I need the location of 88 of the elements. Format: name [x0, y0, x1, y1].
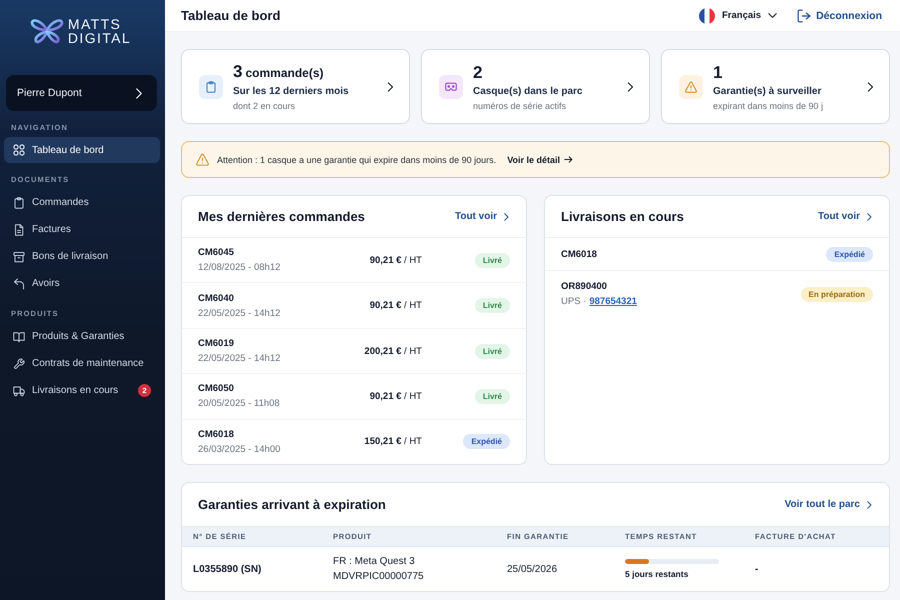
tracking-link[interactable]: 987654321: [589, 296, 637, 307]
sidebar-item[interactable]: Tableau de bord: [4, 137, 160, 163]
order-price: 90,21 € / HT: [370, 254, 422, 266]
order-date: 22/05/2025 - 14h12: [198, 353, 282, 364]
order-date: 12/08/2025 - 08h12: [198, 262, 282, 274]
book-icon: [13, 330, 25, 342]
chevron-right-icon: [502, 212, 510, 220]
sidebar-item[interactable]: Avoirs: [4, 270, 160, 297]
chevron-right-icon: [133, 88, 144, 98]
return-arrow-icon: [13, 278, 25, 290]
order-number: CM6019: [198, 338, 235, 350]
view-all-link[interactable]: Voir tout le parc: [784, 499, 873, 510]
status-badge: Expédié: [463, 434, 510, 450]
sidebar-item[interactable]: Commandes: [4, 189, 160, 216]
page-title: Tableau de bord: [181, 8, 280, 23]
remaining-time: 5 jours restants: [625, 569, 690, 579]
chevron-right-icon: [865, 82, 875, 92]
language-select[interactable]: Français: [698, 8, 778, 24]
order-price: 90,21 € / HT: [370, 390, 422, 402]
user-menu-button[interactable]: Pierre Dupont: [6, 75, 157, 111]
status-badge: Livré: [474, 298, 510, 314]
sidebar-item[interactable]: Factures: [4, 216, 160, 243]
order-number: CM6040: [198, 292, 235, 304]
serial-number: L0355890 (SN): [193, 564, 262, 574]
logout-icon: [797, 8, 812, 22]
product-reference: MDVRPIC00000775: [333, 571, 425, 582]
status-badge: Livré: [474, 344, 510, 359]
chevron-right-icon: [625, 82, 635, 92]
chevron-right-icon: [385, 82, 395, 92]
panel-title: Mes dernières commandes: [198, 209, 365, 224]
status-badge: Expédié: [826, 246, 873, 262]
delivery-number: OR890400: [561, 281, 608, 292]
view-detail-link[interactable]: Voir le détail: [507, 154, 574, 164]
status-badge: En préparation: [800, 286, 873, 302]
arrow-right-icon: [564, 155, 574, 164]
carrier-name: UPS ·: [561, 296, 586, 307]
alert-message: Attention : 1 casque a une garantie qui expire dans moins de 90 jours.: [217, 154, 496, 164]
order-date: 22/05/2025 - 14h12: [198, 308, 282, 319]
stat-card[interactable]: 3 commande(s) Sur les 12 derniers mois dont 2 en cours: [181, 49, 410, 124]
flag-icon: [698, 8, 715, 24]
stat-subtitle: dont 2 en cours: [233, 101, 296, 111]
headset-icon: [439, 74, 463, 98]
archive-box-icon: [13, 250, 25, 262]
sidebar-item[interactable]: Produits & Garanties: [4, 323, 160, 350]
clipboard-icon: [13, 196, 25, 208]
product-name: FR : Meta Quest 3: [333, 556, 416, 567]
stat-card[interactable]: 2 Casque(s) dans le parc numéros de série actifs: [421, 49, 650, 124]
order-number: CM6018: [198, 428, 235, 440]
view-all-link[interactable]: Tout voir: [818, 211, 873, 222]
warning-icon: [196, 153, 209, 166]
warning-icon: [679, 74, 703, 98]
order-date: 26/03/2025 - 14h00: [198, 444, 282, 455]
warranty-end-date: 25/05/2026: [507, 564, 558, 574]
status-badge: Livré: [474, 252, 510, 268]
stat-subtitle: expirant dans moins de 90 j: [713, 100, 824, 110]
wrench-icon: [13, 358, 25, 370]
order-price: 200,21 € / HT: [364, 346, 422, 357]
chevron-down-icon: [768, 11, 778, 20]
invoice-value: -: [755, 564, 760, 574]
stat-title: Garantie(s) à surveiller: [713, 86, 822, 96]
order-price: 90,21 € / HT: [370, 300, 422, 312]
truck-icon: [13, 384, 25, 396]
sidebar-item[interactable]: Contrats de maintenance: [4, 350, 160, 377]
stat-value: 3 commande(s): [233, 62, 324, 83]
brand-wordmark: MATTS DIGITAL: [68, 17, 132, 45]
panel-title: Garanties arrivant à expiration: [198, 497, 386, 512]
butterfly-icon: [30, 17, 64, 45]
stat-title: Casque(s) dans le parc: [473, 86, 584, 96]
stat-value: 1: [713, 62, 724, 82]
document-icon: [13, 224, 25, 236]
status-badge: Livré: [474, 388, 510, 404]
stat-subtitle: numéros de série actifs: [473, 100, 568, 110]
chevron-right-icon: [865, 212, 873, 220]
order-date: 20/05/2025 - 11h08: [198, 398, 281, 410]
stat-title: Sur les 12 derniers mois: [233, 86, 350, 97]
view-all-link[interactable]: Tout voir: [454, 211, 510, 222]
order-number: CM6050: [198, 383, 235, 394]
grid-icon: [13, 144, 25, 156]
order-price: 150,21 € / HT: [364, 436, 422, 448]
panel-title: Livraisons en cours: [561, 209, 684, 224]
stat-value: 2: [473, 62, 484, 82]
delivery-number: CM6018: [561, 248, 598, 260]
clipboard-icon: [199, 74, 223, 98]
order-number: CM6045: [198, 247, 235, 258]
stat-card[interactable]: 1 Garantie(s) à surveiller expirant dans moins de 90 j: [661, 49, 890, 124]
chevron-right-icon: [865, 500, 873, 508]
logout-button[interactable]: Déconnexion: [797, 8, 882, 22]
sidebar-item[interactable]: Bons de livraison: [4, 243, 160, 270]
